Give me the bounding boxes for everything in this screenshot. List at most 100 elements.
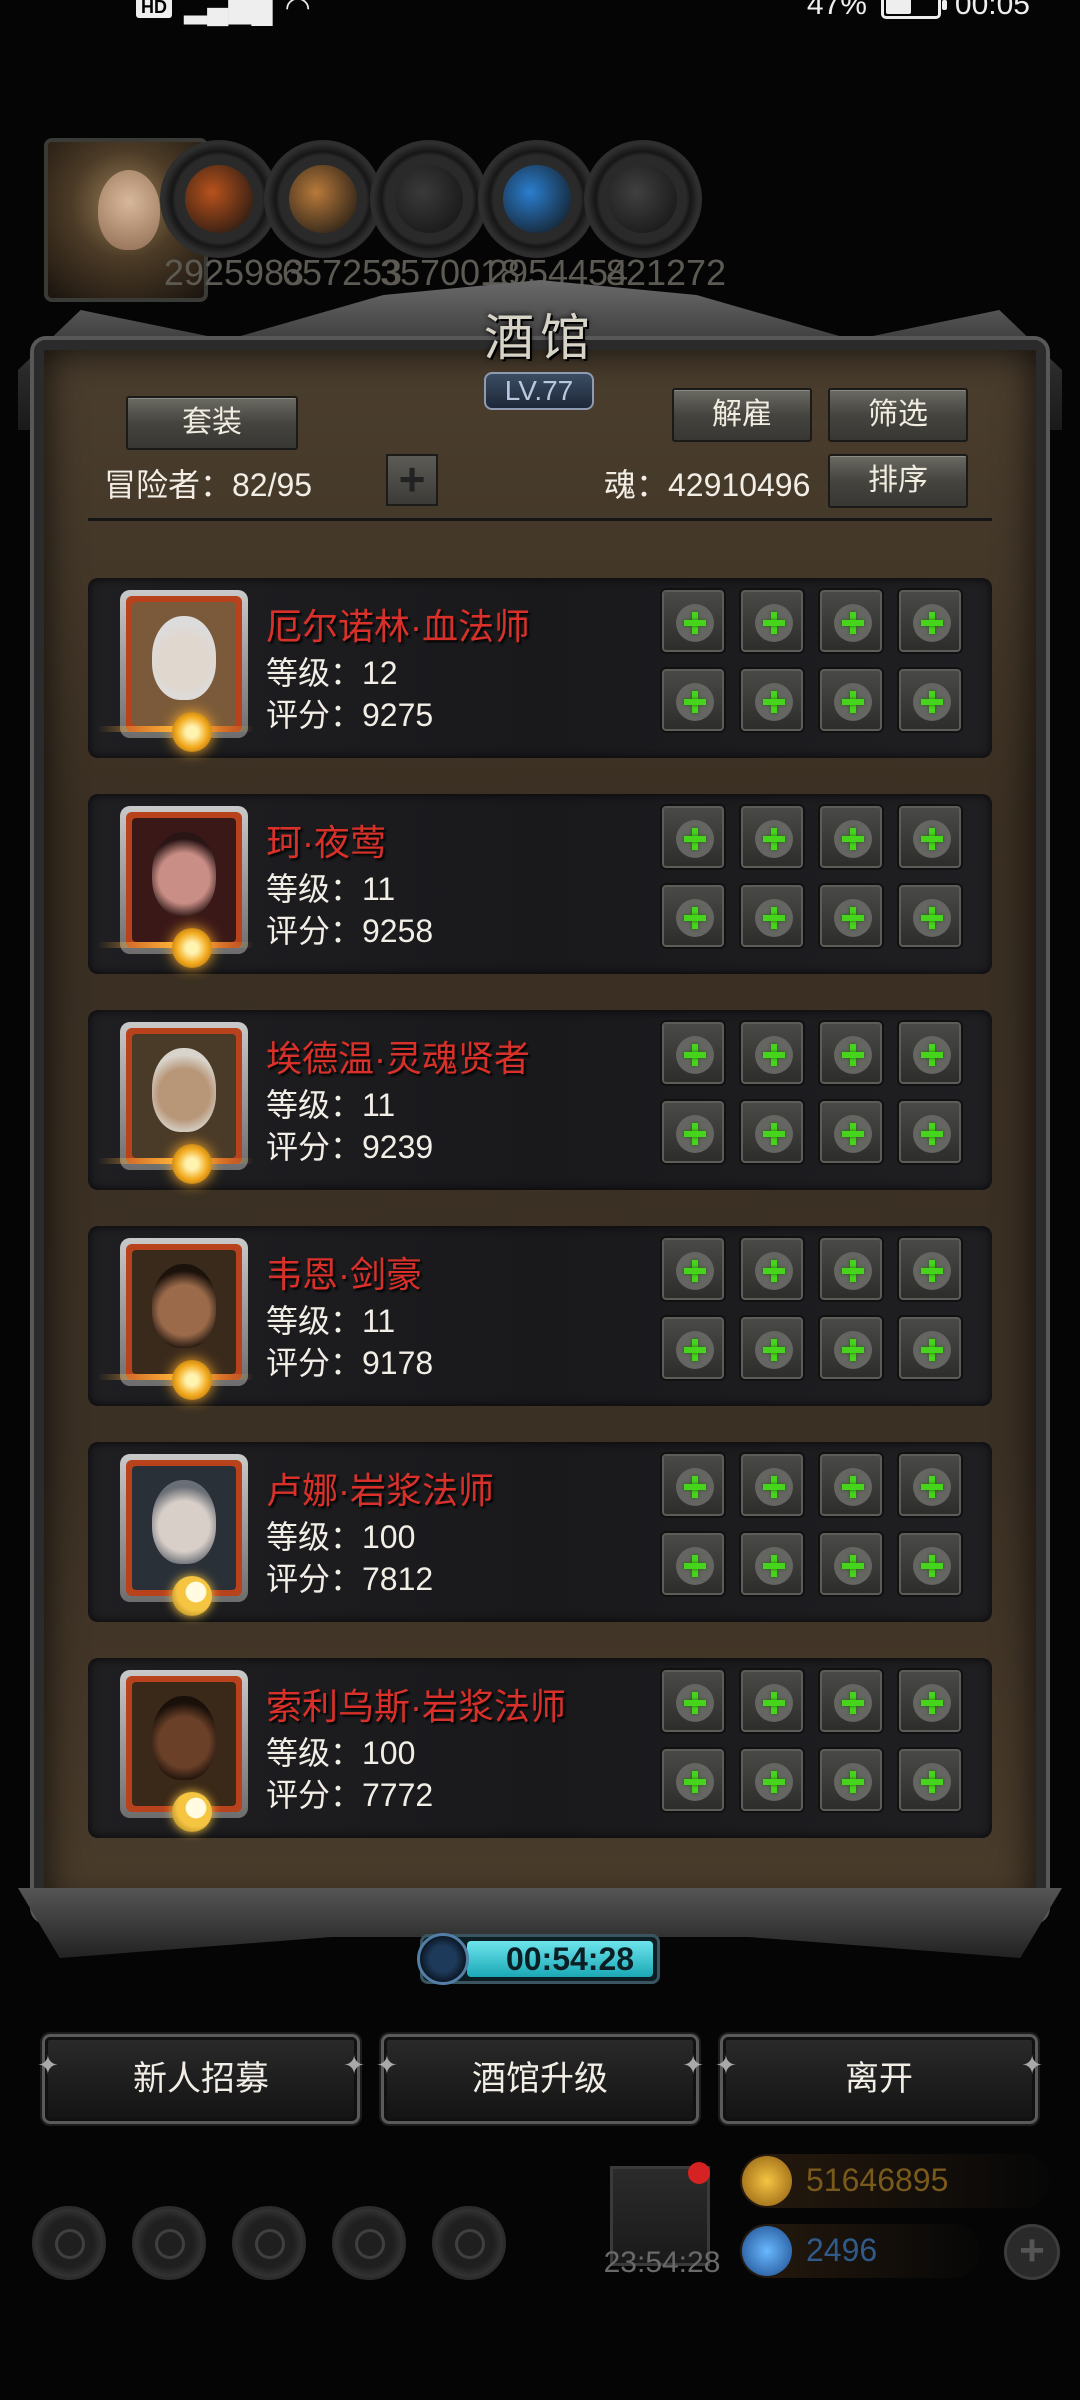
iron-icon[interactable] (584, 140, 702, 258)
hero-card[interactable]: 厄尔诺林·血法师 等级：12 评分：9275 (88, 578, 992, 758)
equipment-slot[interactable] (739, 1452, 805, 1518)
equipment-slot[interactable] (818, 1531, 884, 1597)
equipment-slot[interactable] (739, 1315, 805, 1381)
equipment-slot[interactable] (739, 1236, 805, 1302)
equipment-slot[interactable] (897, 1099, 963, 1165)
equipment-slot[interactable] (660, 667, 726, 733)
equipment-slot[interactable] (660, 588, 726, 654)
equipment-slots (660, 588, 970, 733)
hero-card[interactable]: 珂·夜莺 等级：11 评分：9258 (88, 794, 992, 974)
equipment-slot[interactable] (660, 1747, 726, 1813)
sort-button[interactable]: 排序 (828, 454, 968, 508)
hero-card[interactable]: 卢娜·岩浆法师 等级：100 评分：7812 (88, 1442, 992, 1622)
add-equipment-icon (921, 1339, 943, 1361)
adventurer-count: 冒险者：82/95 (104, 467, 313, 503)
star-icon[interactable] (132, 2206, 206, 2280)
add-equipment-icon (763, 907, 785, 929)
equipment-slot[interactable] (739, 1747, 805, 1813)
equipment-slot[interactable] (818, 1668, 884, 1734)
equipment-slot[interactable] (739, 667, 805, 733)
portrait-image (132, 602, 236, 726)
crystal-icon[interactable] (478, 140, 596, 258)
add-equipment-icon (763, 1476, 785, 1498)
add-currency-button[interactable]: + (1004, 2224, 1060, 2280)
gift-timer: 23:54:28 (603, 2246, 721, 2279)
equipment-slot[interactable] (818, 1020, 884, 1086)
equipment-slot[interactable] (739, 883, 805, 949)
stone-icon[interactable] (370, 140, 488, 258)
equipment-slot[interactable] (818, 1315, 884, 1381)
equipment-slot[interactable] (660, 1531, 726, 1597)
hero-name: 珂·夜莺 (266, 822, 386, 863)
tavern-level-badge: LV.77 (484, 372, 594, 410)
equipment-slot[interactable] (818, 883, 884, 949)
equipment-slot[interactable] (897, 1452, 963, 1518)
equipment-slot[interactable] (739, 1531, 805, 1597)
portrait-frame (126, 596, 242, 732)
hero-list[interactable]: 厄尔诺林·血法师 等级：12 评分：9275 珂·夜莺 等级：11 评分：925… (88, 570, 992, 1870)
equipment-slot[interactable] (897, 1020, 963, 1086)
equipment-slot[interactable] (897, 588, 963, 654)
equipment-slot[interactable] (660, 883, 726, 949)
hero-card[interactable]: 韦恩·剑豪 等级：11 评分：9178 (88, 1226, 992, 1406)
mail-icon[interactable] (332, 2206, 406, 2280)
equipment-slot[interactable] (897, 883, 963, 949)
equipment-slot[interactable] (897, 1747, 963, 1813)
leave-button[interactable]: 离开 (715, 2023, 1043, 2124)
equipment-slot[interactable] (897, 804, 963, 870)
set-button[interactable]: 套装 (126, 396, 298, 450)
hero-score: 评分：9258 (266, 913, 434, 949)
equipment-slot[interactable] (660, 1099, 726, 1165)
equipment-slot[interactable] (818, 1747, 884, 1813)
portrait-frame (126, 1244, 242, 1380)
equipment-slot[interactable] (739, 588, 805, 654)
signal-icon: ▂▄▆█ (184, 0, 273, 24)
equipment-slot[interactable] (897, 667, 963, 733)
recruit-button[interactable]: 新人招募 (37, 2023, 365, 2124)
expand-slots-button[interactable]: + (386, 454, 438, 506)
equipment-slot[interactable] (818, 588, 884, 654)
upgrade-tavern-button[interactable]: 酒馆升级 (376, 2023, 704, 2124)
equipment-slot[interactable] (818, 667, 884, 733)
equipment-slot[interactable] (897, 1668, 963, 1734)
equipment-slot[interactable] (739, 804, 805, 870)
iron-icon-image (609, 165, 677, 233)
hero-card[interactable]: 埃德温·灵魂贤者 等级：11 评分：9239 (88, 1010, 992, 1190)
hero-name: 索利乌斯·岩浆法师 (266, 1686, 566, 1727)
wood-icon[interactable] (264, 140, 382, 258)
filter-button[interactable]: 筛选 (828, 388, 968, 442)
hero-card[interactable]: 索利乌斯·岩浆法师 等级：100 评分：7772 (88, 1658, 992, 1838)
equipment-slot[interactable] (660, 1668, 726, 1734)
meat-icon[interactable] (160, 140, 278, 258)
add-equipment-icon (684, 907, 706, 929)
settings-icon[interactable] (32, 2206, 106, 2280)
add-equipment-icon (921, 612, 943, 634)
equipment-slot[interactable] (818, 804, 884, 870)
equipment-slot[interactable] (660, 1236, 726, 1302)
avatar-face (98, 170, 160, 250)
equipment-slot[interactable] (660, 804, 726, 870)
clock-icon (417, 1933, 469, 1985)
equipment-slot[interactable] (897, 1531, 963, 1597)
dismiss-button[interactable]: 解雇 (672, 388, 812, 442)
status-right: 47% 00:05 (807, 0, 1030, 22)
equipment-slot[interactable] (818, 1099, 884, 1165)
equipment-slot[interactable] (818, 1236, 884, 1302)
hero-icon[interactable] (232, 2206, 306, 2280)
equipment-slot[interactable] (739, 1099, 805, 1165)
equipment-slot[interactable] (660, 1315, 726, 1381)
equipment-slots (660, 1236, 970, 1381)
moon-emblem-icon (172, 1792, 212, 1832)
equipment-slot[interactable] (897, 1236, 963, 1302)
equipment-slot[interactable] (897, 1315, 963, 1381)
equipment-slot[interactable] (660, 1020, 726, 1086)
hero-face (152, 1480, 216, 1564)
add-equipment-icon (684, 1339, 706, 1361)
equipment-slots (660, 1452, 970, 1597)
equipment-slot[interactable] (739, 1020, 805, 1086)
equipment-slot[interactable] (660, 1452, 726, 1518)
globe-icon[interactable] (432, 2206, 506, 2280)
equipment-slot[interactable] (818, 1452, 884, 1518)
resource-bar: 2925983 657253 3570018 2954454 821272 (0, 130, 1080, 302)
equipment-slot[interactable] (739, 1668, 805, 1734)
